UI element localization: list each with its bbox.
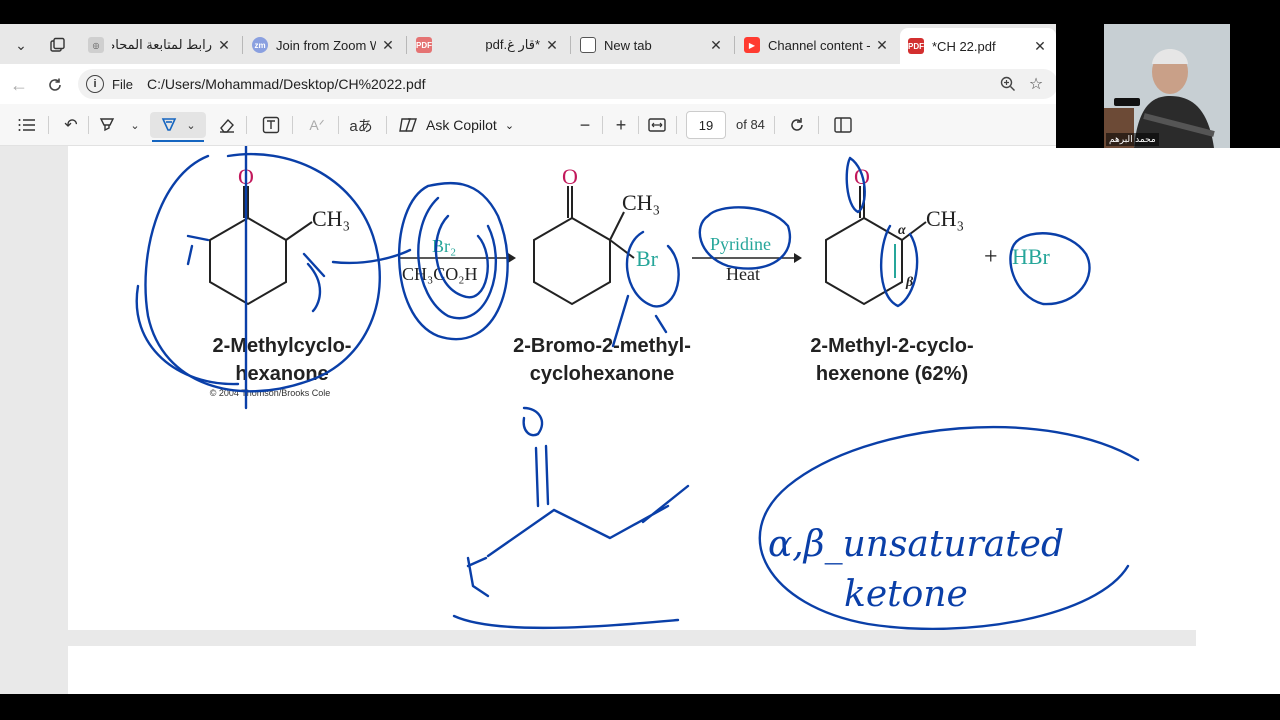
product-name-line2: hexenone (62%): [816, 363, 968, 385]
byproduct-hbr: HBr: [1012, 244, 1051, 269]
address-url[interactable]: C:/Users/Mohammad/Desktop/CH%2022.pdf: [147, 76, 426, 92]
tab-close-icon[interactable]: ✕: [1032, 38, 1048, 55]
intermediate-bromine: Br: [636, 246, 659, 271]
zoom-out-icon[interactable]: −: [572, 112, 598, 138]
page-total-label: of 84: [736, 117, 765, 132]
youtube-icon: ▶: [744, 37, 760, 53]
tab-lecture-link[interactable]: ◎ رابط لمتابعة المحاضرة ✕: [80, 30, 240, 60]
tab-label: Channel content - Yo: [768, 37, 870, 53]
participant-video: محمد البرهم: [1104, 24, 1230, 148]
letterbox-top: [0, 0, 1280, 24]
pdf-next-page: [68, 646, 1196, 694]
tab-strip: ⌄ ◎ رابط لمتابعة المحاضرة ✕ zm Join from…: [0, 24, 1056, 64]
zoom-in-icon[interactable]: +: [608, 112, 634, 138]
video-panel: محمد البرهم: [1056, 24, 1280, 148]
pen-icon: [162, 118, 177, 131]
tab-close-icon[interactable]: ✕: [544, 37, 560, 54]
reactant-name-line1: 2-Methylcyclo-: [213, 335, 352, 357]
letterbox-bottom: [0, 694, 1280, 720]
copilot-chevron-icon: ⌄: [504, 119, 515, 132]
tab-zoom[interactable]: zm Join from Zoom Wo ✕: [244, 30, 404, 60]
plus-sign: +: [984, 244, 998, 270]
tab-label: New tab: [604, 37, 652, 53]
page-view-icon[interactable]: [830, 112, 856, 138]
tab-pdf-empty[interactable]: PDF pdf.قار غ* ✕: [408, 30, 568, 60]
tab-label: رابط لمتابعة المحاضرة: [112, 37, 212, 52]
zoom-icon: zm: [252, 37, 268, 53]
intermediate-oxygen: O: [562, 164, 578, 189]
tab-close-icon[interactable]: ✕: [874, 37, 890, 54]
intermediate-structure: [533, 186, 635, 306]
favorite-star-icon[interactable]: ☆: [1024, 72, 1048, 96]
pdf-icon: PDF: [908, 38, 924, 54]
info-icon[interactable]: i: [86, 75, 104, 93]
contents-list-icon[interactable]: [14, 112, 40, 138]
draw-options-chevron-icon[interactable]: ⌄: [186, 119, 195, 132]
tab-close-icon[interactable]: ✕: [380, 37, 396, 54]
reload-icon[interactable]: [42, 72, 68, 98]
pdf-toolbar: ↶ ⌄ ⌄ A᠋ᐟ aあ Ask Copilot ⌄ − + 19 of 84: [0, 104, 1056, 146]
rotate-icon[interactable]: [784, 112, 810, 138]
ask-copilot-label: Ask Copilot: [426, 117, 497, 133]
address-bar[interactable]: i File C:/Users/Mohammad/Desktop/CH%2022…: [78, 69, 1056, 99]
presenter-image: [1104, 24, 1230, 148]
intermediate-name-line1: 2-Bromo-2-methyl-: [513, 335, 691, 357]
intermediate-name-line2: cyclohexanone: [530, 363, 675, 385]
highlight-options-chevron-icon[interactable]: ⌄: [122, 112, 148, 138]
tab-new-tab[interactable]: New tab ✕: [572, 30, 732, 60]
reactant-name-line2: hexanone: [235, 363, 328, 385]
participant-name: محمد البرهم: [1106, 133, 1159, 146]
fit-page-icon[interactable]: [644, 112, 670, 138]
reactant-methyl: CH₃: [312, 206, 350, 231]
product-name-line1: 2-Methyl-2-cyclo-: [810, 335, 973, 357]
right-margin: [1196, 148, 1280, 694]
eraser-icon[interactable]: [214, 112, 240, 138]
handwriting-line1: α,β_unsaturated: [768, 524, 1064, 565]
reaction-figure: O CH₃ Br₂ CH₃CO₂H O CH₃ Br Pyridine Heat: [135, 146, 1140, 631]
undo-icon[interactable]: ↶: [58, 112, 84, 138]
handwriting-line2: ketone: [844, 574, 968, 615]
newtab-icon: [580, 37, 596, 53]
tab-menu-chevron-icon[interactable]: ⌄: [8, 32, 34, 58]
tab-label: pdf.قار غ*: [485, 37, 540, 52]
text-box-icon[interactable]: [258, 112, 284, 138]
tab-close-icon[interactable]: ✕: [216, 37, 232, 54]
doc-icon: ◎: [88, 37, 104, 53]
tab-youtube[interactable]: ▶ Channel content - Yo ✕: [736, 30, 898, 60]
zoom-magnifier-icon[interactable]: [996, 72, 1020, 96]
reactant-structure: [209, 186, 313, 306]
navigation-bar: ← i File C:/Users/Mohammad/Desktop/CH%20…: [0, 64, 1056, 104]
tab-label: *CH 22.pdf: [932, 38, 996, 54]
back-arrow-icon[interactable]: ←: [6, 72, 32, 98]
intermediate-methyl: CH₃: [622, 190, 660, 215]
ask-copilot-button[interactable]: Ask Copilot ⌄: [398, 112, 514, 138]
tab-actions-icon[interactable]: [44, 32, 70, 58]
highlight-icon[interactable]: [94, 112, 120, 138]
pdf-viewer[interactable]: O CH₃ Br₂ CH₃CO₂H O CH₃ Br Pyridine Heat: [0, 146, 1262, 694]
pdf-page: O CH₃ Br₂ CH₃CO₂H O CH₃ Br Pyridine Heat: [68, 146, 1196, 631]
tab-label: Join from Zoom Wo: [276, 37, 376, 53]
pdf-icon: PDF: [416, 37, 432, 53]
tab-ch22-pdf[interactable]: PDF *CH 22.pdf ✕: [900, 28, 1056, 64]
address-scheme-label: File: [112, 76, 133, 92]
tab-close-icon[interactable]: ✕: [708, 37, 724, 54]
read-aloud-icon[interactable]: A᠋ᐟ: [304, 112, 330, 138]
page-number-input[interactable]: 19: [686, 111, 726, 139]
product-methyl: CH₃: [926, 206, 964, 231]
alpha-label: α: [898, 223, 906, 238]
translate-icon[interactable]: aあ: [348, 112, 374, 138]
copilot-icon: [399, 118, 417, 132]
reagent-pyridine: Pyridine: [710, 234, 771, 254]
draw-tool-button[interactable]: ⌄: [150, 112, 206, 142]
